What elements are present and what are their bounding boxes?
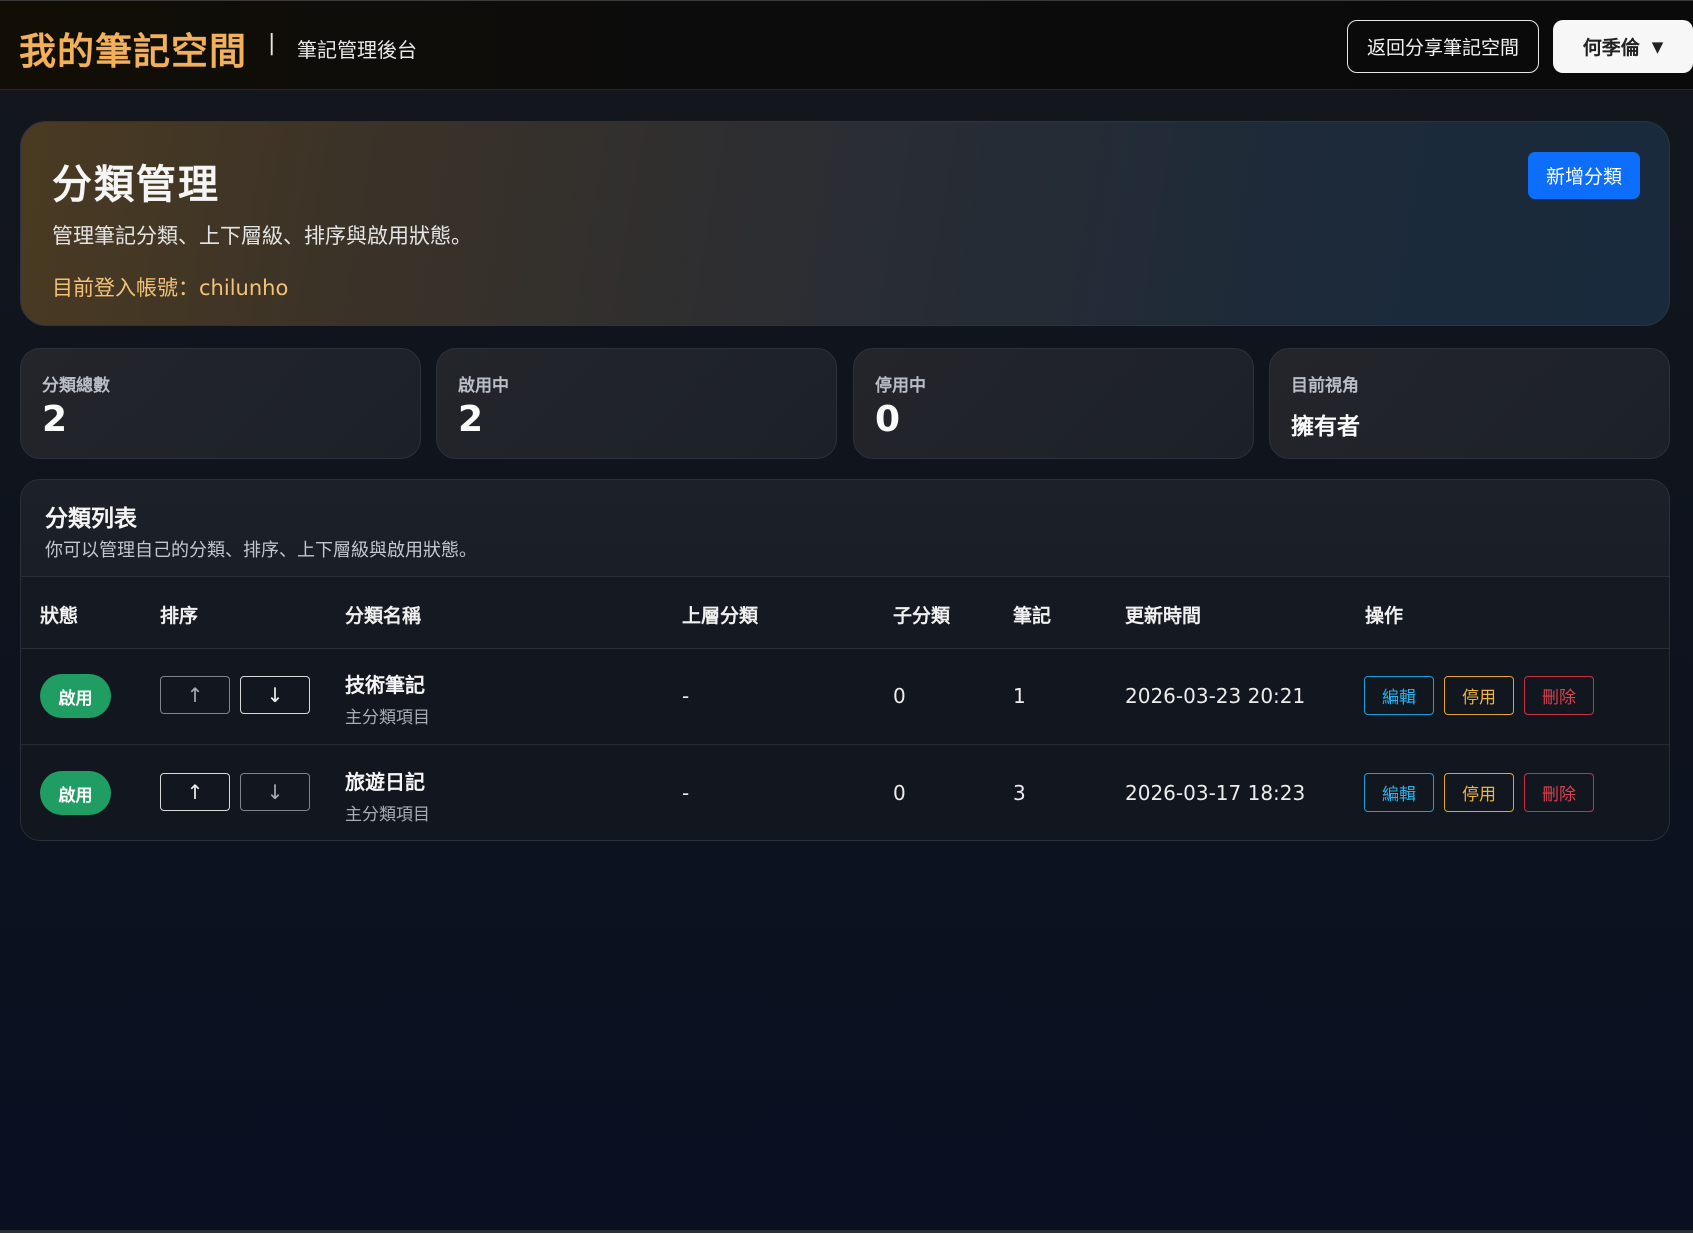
chevron-down-icon: ▼ <box>1651 37 1664 56</box>
brand-separator: | <box>268 31 276 56</box>
category-type: 主分類項目 <box>345 805 430 825</box>
column-header-notes: 筆記 <box>1013 605 1052 627</box>
top-navbar: 我的筆記空間 | 筆記管理後台 返回分享筆記空間 何季倫 ▼ <box>0 0 1693 90</box>
brand-title[interactable]: 我的筆記空間 <box>19 21 247 75</box>
panel-subtitle: 你可以管理自己的分類、排序、上下層級與啟用狀態。 <box>45 540 477 561</box>
current-account: 目前登入帳號：chilunho <box>52 276 289 300</box>
stat-label: 啟用中 <box>458 376 509 396</box>
page-description: 管理筆記分類、上下層級、排序與啟用狀態。 <box>52 224 472 248</box>
status-badge: 啟用 <box>40 771 111 815</box>
disable-button[interactable]: 停用 <box>1444 676 1514 715</box>
parent-category: - <box>682 781 690 805</box>
updated-time: 2026-03-17 18:23 <box>1125 781 1306 805</box>
move-up-button[interactable]: ↑ <box>160 676 230 714</box>
panel-title: 分類列表 <box>45 506 137 532</box>
stat-card-total: 分類總數 2 <box>20 348 421 459</box>
column-header-children: 子分類 <box>893 605 951 627</box>
stat-value: 2 <box>42 399 68 440</box>
stat-label: 停用中 <box>875 376 926 396</box>
category-type: 主分類項目 <box>345 708 430 728</box>
table-row: 啟用 ↑ ↓ 技術筆記 主分類項目 - 0 1 2026-03-23 20:21… <box>21 649 1669 745</box>
stat-value: 0 <box>875 399 901 440</box>
stat-value: 2 <box>458 399 484 440</box>
user-menu-button[interactable]: 何季倫 ▼ <box>1553 20 1693 73</box>
page-title: 分類管理 <box>52 162 220 208</box>
stat-card-disabled: 停用中 0 <box>853 348 1254 459</box>
disable-button[interactable]: 停用 <box>1444 773 1514 812</box>
column-header-parent: 上層分類 <box>682 605 759 627</box>
status-badge: 啟用 <box>40 674 111 718</box>
column-header-name: 分類名稱 <box>345 605 422 627</box>
move-down-button[interactable]: ↓ <box>240 676 310 714</box>
category-name: 旅遊日記 <box>345 770 425 794</box>
notes-count: 1 <box>1013 684 1026 708</box>
category-management-hero: 分類管理 管理筆記分類、上下層級、排序與啟用狀態。 目前登入帳號：chilunh… <box>20 121 1670 326</box>
category-name: 技術筆記 <box>345 673 425 697</box>
stat-value: 擁有者 <box>1291 414 1360 440</box>
user-name: 何季倫 <box>1582 37 1640 59</box>
updated-time: 2026-03-23 20:21 <box>1125 684 1306 708</box>
table-row: 啟用 ↑ ↓ 旅遊日記 主分類項目 - 0 3 2026-03-17 18:23… <box>21 746 1669 840</box>
table-header: 狀態 排序 分類名稱 上層分類 子分類 筆記 更新時間 操作 <box>21 576 1669 649</box>
children-count: 0 <box>893 684 906 708</box>
brand-subtitle: 筆記管理後台 <box>297 38 417 62</box>
stat-label: 目前視角 <box>1291 376 1359 396</box>
move-down-button[interactable]: ↓ <box>240 773 310 811</box>
edit-button[interactable]: 編輯 <box>1364 676 1434 715</box>
edit-button[interactable]: 編輯 <box>1364 773 1434 812</box>
move-up-button[interactable]: ↑ <box>160 773 230 811</box>
delete-button[interactable]: 刪除 <box>1524 676 1594 715</box>
children-count: 0 <box>893 781 906 805</box>
stat-label: 分類總數 <box>42 376 110 396</box>
column-header-actions: 操作 <box>1365 605 1404 627</box>
parent-category: - <box>682 684 690 708</box>
stat-card-view-role: 目前視角 擁有者 <box>1269 348 1670 459</box>
column-header-updated: 更新時間 <box>1125 605 1202 627</box>
add-category-button[interactable]: 新增分類 <box>1528 152 1640 199</box>
column-header-order: 排序 <box>160 605 199 627</box>
back-to-shared-space-button[interactable]: 返回分享筆記空間 <box>1347 20 1539 73</box>
delete-button[interactable]: 刪除 <box>1524 773 1594 812</box>
stat-card-enabled: 啟用中 2 <box>436 348 837 459</box>
category-list-panel: 分類列表 你可以管理自己的分類、排序、上下層級與啟用狀態。 狀態 排序 分類名稱… <box>20 479 1670 841</box>
notes-count: 3 <box>1013 781 1026 805</box>
column-header-status: 狀態 <box>40 605 79 627</box>
